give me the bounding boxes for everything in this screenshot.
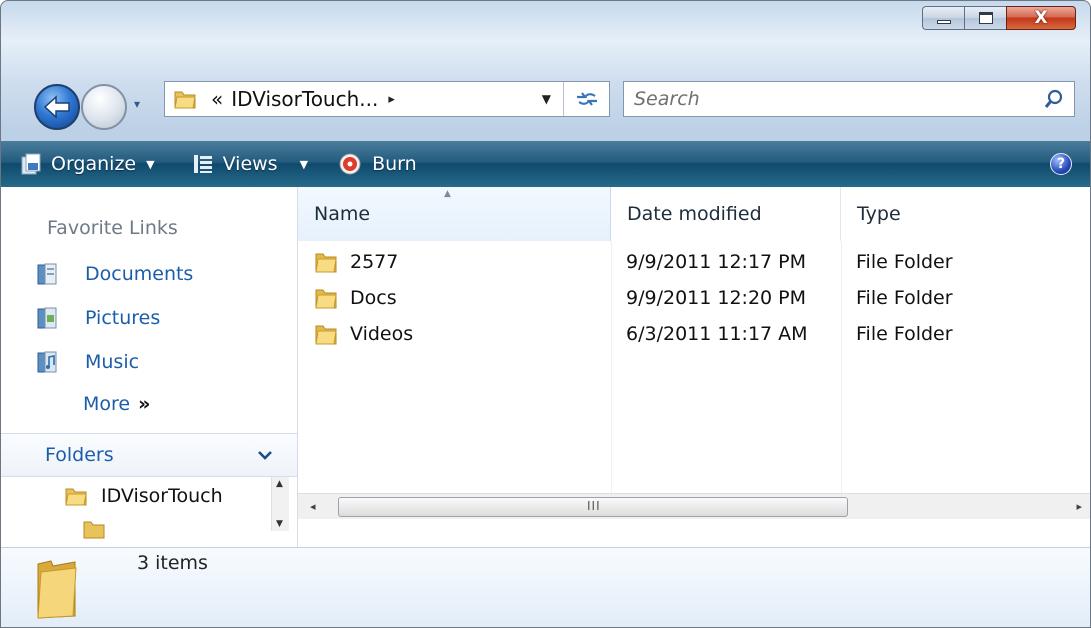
address-prefix[interactable]: « [211, 87, 223, 111]
scrollbar-grip: III [587, 499, 601, 513]
refresh-icon [576, 92, 597, 106]
maximize-button[interactable] [964, 6, 1006, 30]
column-label: Name [314, 203, 371, 225]
more-label: More [83, 393, 131, 415]
folders-scrollbar[interactable]: ▲ ▼ [271, 477, 289, 531]
sidebar-item-label: Pictures [85, 307, 161, 329]
column-header-name[interactable]: ▲ Name [298, 187, 611, 241]
file-type: File Folder [856, 287, 953, 309]
recent-pages-dropdown[interactable]: ▾ [134, 97, 140, 111]
burn-label: Burn [372, 153, 417, 175]
folder-icon [65, 488, 87, 506]
refresh-button[interactable] [563, 82, 609, 116]
horizontal-scrollbar[interactable]: ◂ III ▸ [298, 493, 1090, 519]
file-type: File Folder [856, 251, 953, 273]
help-icon[interactable]: ? [1050, 153, 1072, 175]
views-dropdown-icon: ▼ [299, 157, 309, 171]
navigation-pane: Favorite Links Documents Pictures Music … [1, 187, 298, 547]
forward-button[interactable] [81, 84, 127, 130]
date-modified: 6/3/2011 11:17 AM [626, 323, 808, 345]
breadcrumb-chevron-icon[interactable]: ▸ [388, 92, 395, 107]
file-name: Videos [350, 323, 414, 345]
chevron-down-icon [258, 451, 272, 460]
file-name-cell: Videos [314, 323, 413, 345]
close-icon: X [1034, 8, 1048, 28]
search-icon[interactable] [1044, 89, 1064, 109]
address-dropdown-icon[interactable]: ▼ [542, 92, 551, 106]
burn-disc-icon [339, 153, 361, 175]
organize-button[interactable]: Organize ▼ [21, 153, 155, 175]
folder-icon [315, 253, 337, 273]
scroll-right-icon[interactable]: ▸ [1076, 500, 1082, 513]
details-pane: 3 items [1, 547, 1090, 627]
search-box[interactable]: Search [623, 81, 1075, 117]
organize-icon [21, 153, 41, 175]
date-modified: 9/9/2011 12:20 PM [626, 287, 807, 309]
more-links[interactable]: More » [83, 393, 150, 415]
explorer-window: X ▾ « IDVisorTouch... ▸ ▼ Search Organiz… [0, 0, 1091, 628]
column-label: Date modified [627, 203, 762, 225]
organize-dropdown-icon: ▼ [146, 157, 155, 171]
music-icon [37, 351, 57, 373]
pictures-icon [37, 307, 57, 329]
scrollbar-thumb[interactable]: III [338, 497, 848, 517]
file-name-cell: Docs [314, 287, 397, 309]
favorite-links-heading: Favorite Links [47, 217, 178, 239]
maximize-icon [978, 12, 993, 24]
views-button[interactable]: Views ▼ [193, 153, 308, 175]
address-bar[interactable]: « IDVisorTouch... ▸ ▼ [164, 81, 610, 117]
file-name: 2577 [350, 251, 399, 273]
sidebar-item-documents[interactable]: Documents [37, 263, 193, 285]
column-header-date[interactable]: Date modified [611, 187, 841, 241]
sort-ascending-icon: ▲ [444, 189, 451, 199]
close-button[interactable]: X [1006, 6, 1076, 30]
sidebar-item-label: Documents [85, 263, 194, 285]
folders-bar[interactable]: Folders [1, 433, 297, 477]
views-label: Views [222, 153, 278, 175]
file-list: ▲ Name Date modified Type 2577 9/9/2011 … [298, 187, 1090, 547]
address-path[interactable]: IDVisorTouch... [231, 87, 378, 111]
folder-icon [83, 521, 105, 539]
organize-label: Organize [51, 153, 137, 175]
chevron-right-double-icon: » [138, 393, 151, 415]
column-header-type[interactable]: Type [841, 187, 1090, 241]
tree-item-partial[interactable] [83, 519, 107, 539]
command-bar: Organize ▼ Views ▼ Burn ? [1, 141, 1090, 187]
scroll-down-icon[interactable]: ▼ [276, 519, 283, 529]
documents-icon [37, 263, 57, 285]
column-label: Type [857, 203, 901, 225]
table-row[interactable]: Docs 9/9/2011 12:20 PM File Folder [298, 281, 1090, 315]
caption-buttons: X [922, 6, 1076, 30]
sidebar-item-music[interactable]: Music [37, 351, 139, 373]
back-arrow-icon [43, 95, 70, 119]
sidebar-item-label: Music [85, 351, 140, 373]
burn-button[interactable]: Burn [338, 152, 417, 176]
table-row[interactable]: 2577 9/9/2011 12:17 PM File Folder [298, 245, 1090, 279]
table-row[interactable]: Videos 6/3/2011 11:17 AM File Folder [298, 317, 1090, 351]
folder-icon [315, 325, 337, 345]
tree-item-idvisortouch[interactable]: IDVisorTouch [65, 485, 223, 507]
item-count: 3 items [137, 552, 208, 574]
folder-icon [37, 560, 77, 619]
back-button[interactable] [34, 84, 80, 130]
views-icon [193, 155, 212, 173]
tree-item-label: IDVisorTouch [101, 485, 223, 507]
minimize-button[interactable] [922, 6, 964, 30]
scroll-up-icon[interactable]: ▲ [276, 479, 283, 489]
folder-icon [174, 91, 196, 109]
folder-icon [315, 289, 337, 309]
date-modified: 9/9/2011 12:17 PM [626, 251, 807, 273]
file-name-cell: 2577 [314, 251, 398, 273]
file-name: Docs [350, 287, 397, 309]
folders-label: Folders [45, 444, 114, 466]
search-input[interactable]: Search [634, 88, 700, 110]
scroll-left-icon[interactable]: ◂ [310, 500, 316, 513]
sidebar-item-pictures[interactable]: Pictures [37, 307, 160, 329]
file-type: File Folder [856, 323, 953, 345]
minimize-icon [936, 20, 951, 24]
